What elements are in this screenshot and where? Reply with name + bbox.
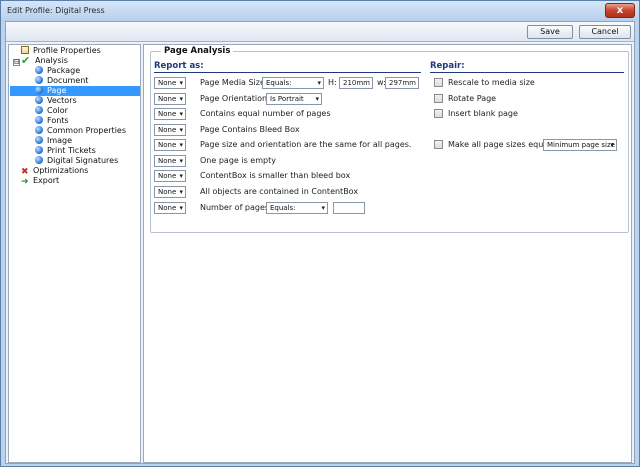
report-select-empty-page[interactable]: None [154,155,186,167]
toolbar: Save Cancel [6,22,634,42]
tree-item-vectors[interactable]: Vectors [35,96,77,106]
page-analysis-group: Page Analysis Report as: Repair: None Pa… [150,46,629,233]
label-empty-page: One page is empty [200,156,276,165]
title-bar: Edit Profile: Digital Press x [1,1,639,21]
tree-item-label: Color [47,106,68,115]
tree-item-export[interactable]: ➜ Export [21,176,60,187]
page-size-option-select[interactable]: Minimum page size [543,139,617,151]
tree-item-label: Common Properties [47,126,127,135]
report-as-header: Report as: [154,61,204,71]
page-icon [21,46,29,54]
tree-item-page[interactable]: Page [10,86,140,96]
rotate-page-label: Rotate Page [448,94,497,103]
dot-icon [35,76,43,84]
label-number-of-pages: Number of pages: [200,203,272,212]
cancel-button[interactable]: Cancel [579,25,631,39]
label-equal-pages: Contains equal number of pages [200,109,331,118]
dot-icon [35,136,43,144]
profile-tree: Profile Properties ⊟ ✔ Analysis Package D… [8,44,141,463]
label-bleed-box: Page Contains Bleed Box [200,125,300,134]
report-select-media-size[interactable]: None [154,77,186,89]
tree-item-label: Export [33,176,60,185]
tree-item-common-properties[interactable]: Common Properties [35,126,126,136]
edit-profile-window: Edit Profile: Digital Press x Save Cance… [0,0,640,467]
tree-item-color[interactable]: Color [35,106,68,116]
label-contentbox: ContentBox is smaller than bleed box [200,171,351,180]
tree-item-label: Optimizations [33,166,89,175]
orientation-select[interactable]: Is Portrait [266,93,322,105]
report-select-same-size[interactable]: None [154,139,186,151]
tree-item-print-tickets[interactable]: Print Tickets [35,146,96,156]
height-input[interactable]: 210mm [339,77,373,89]
report-select-equal-pages[interactable]: None [154,108,186,120]
label-media-size: Page Media Size: [200,78,268,87]
label-same-size: Page size and orientation are the same f… [200,140,412,149]
report-select-orientation[interactable]: None [154,93,186,105]
make-sizes-equal-checkbox[interactable] [434,140,443,149]
close-button[interactable]: x [605,3,635,18]
label-orientation: Page Orientation: [200,94,270,103]
dot-icon [35,66,43,74]
tree-item-label: Vectors [47,96,77,105]
export-icon: ➜ [21,177,29,187]
dot-icon [35,86,43,94]
report-select-objects-contained[interactable]: None [154,186,186,198]
dot-icon [35,126,43,134]
tree-item-label: Analysis [35,56,68,65]
tree-item-label: Print Tickets [47,146,96,155]
dot-icon [35,106,43,114]
tree-item-label: Image [47,136,73,145]
number-of-pages-input[interactable] [333,202,365,214]
report-select-bleed-box[interactable]: None [154,124,186,136]
collapse-analysis-icon[interactable]: ⊟ [13,59,20,66]
tree-item-optimizations[interactable]: ✖ Optimizations [21,166,89,177]
tree-item-label: Page [47,86,67,95]
tree-item-digital-signatures[interactable]: Digital Signatures [35,156,118,166]
insert-blank-label: Insert blank page [448,109,518,118]
repair-header-line [430,72,624,73]
report-select-contentbox[interactable]: None [154,170,186,182]
label-objects-contained: All objects are contained in ContentBox [200,187,359,196]
tree-item-analysis[interactable]: ✔ Analysis [21,54,68,67]
rescale-label: Rescale to media size [448,78,535,87]
repair-header: Repair: [430,61,465,71]
group-title: Page Analysis [161,46,234,56]
tree-item-profile-properties[interactable]: Profile Properties [21,46,101,56]
tree-item-label: Profile Properties [33,46,101,55]
width-input[interactable]: 297mm [385,77,419,89]
tree-item-label: Document [47,76,89,85]
report-header-line [154,72,421,73]
tree-item-fonts[interactable]: Fonts [35,116,69,126]
tree-item-image[interactable]: Image [35,136,72,146]
tools-icon: ✖ [21,167,29,177]
insert-blank-checkbox[interactable] [434,109,443,118]
tree-item-label: Digital Signatures [47,156,119,165]
make-sizes-equal-label: Make all page sizes equal: [448,140,554,149]
window-title: Edit Profile: Digital Press [7,6,105,15]
height-label: H: [328,78,337,87]
dot-icon [35,146,43,154]
dot-icon [35,96,43,104]
tree-item-label: Package [47,66,81,75]
tree-item-package[interactable]: Package [35,66,80,76]
media-size-mode-select[interactable]: Equals: [262,77,324,89]
save-button[interactable]: Save [527,25,573,39]
page-analysis-panel: Page Analysis Report as: Repair: None Pa… [143,44,632,463]
rescale-checkbox[interactable] [434,78,443,87]
tree-item-document[interactable]: Document [35,76,88,86]
dot-icon [35,156,43,164]
check-icon: ✔ [21,54,31,67]
dot-icon [35,116,43,124]
number-of-pages-mode-select[interactable]: Equals: [266,202,328,214]
report-select-number-of-pages[interactable]: None [154,202,186,214]
rotate-page-checkbox[interactable] [434,94,443,103]
tree-item-label: Fonts [47,116,69,125]
dialog-body: Save Cancel Profile Properties ⊟ ✔ Analys… [5,21,635,464]
